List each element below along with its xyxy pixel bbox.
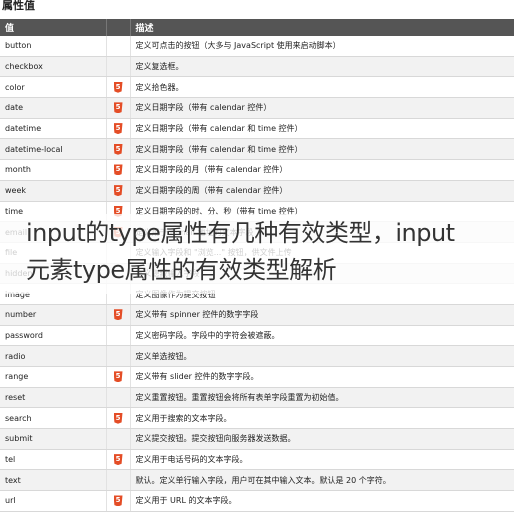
type-description: 定义日期字段（带有 calendar 控件） <box>130 97 514 119</box>
type-value: week <box>0 180 107 202</box>
type-description: 定义重置按钮。重置按钮会将所有表单字段重置为初始值。 <box>130 387 514 409</box>
html5-badge-cell <box>106 36 131 57</box>
html5-badge-cell: 5 <box>106 138 131 161</box>
html5-icon: 5 <box>113 102 123 114</box>
type-value: tel <box>0 449 107 471</box>
column-header-badge <box>106 19 131 36</box>
type-description: 定义日期字段的月（带有 calendar 控件） <box>130 159 514 181</box>
type-value: checkbox <box>0 56 107 78</box>
table-row: tel 5 定义用于电话号码的文本字段。 <box>0 449 514 471</box>
html5-badge-cell <box>106 387 131 409</box>
type-value: radio <box>0 345 107 367</box>
table-row: url 5 定义用于 URL 的文本字段。 <box>0 490 514 512</box>
table-row: button 定义可点击的按钮（大多与 JavaScript 使用来启动脚本） <box>0 36 514 57</box>
html5-badge-cell <box>106 469 131 492</box>
type-value: datetime-local <box>0 138 107 161</box>
table-row: datetime 5 定义日期字段（带有 calendar 和 time 控件） <box>0 118 514 140</box>
type-value: url <box>0 490 107 512</box>
html5-badge-cell: 5 <box>106 407 131 430</box>
type-description: 定义日期字段的周（带有 calendar 控件） <box>130 180 514 202</box>
html5-icon: 5 <box>113 123 123 135</box>
html5-badge-cell: 5 <box>106 304 131 326</box>
type-value: month <box>0 159 107 181</box>
table-row: submit 定义提交按钮。提交按钮向服务器发送数据。 <box>0 428 514 450</box>
html5-badge-cell: 5 <box>106 76 131 99</box>
html5-icon: 5 <box>113 164 123 176</box>
html5-badge-cell: 5 <box>106 97 131 119</box>
type-value: text <box>0 469 107 492</box>
type-description: 定义复选框。 <box>130 56 514 78</box>
type-description: 定义用于搜索的文本字段。 <box>130 407 514 430</box>
table-row: checkbox 定义复选框。 <box>0 56 514 78</box>
type-description: 定义用于电话号码的文本字段。 <box>130 449 514 471</box>
type-description: 定义可点击的按钮（大多与 JavaScript 使用来启动脚本） <box>130 36 514 57</box>
table-row: password 定义密码字段。字段中的字符会被遮蔽。 <box>0 325 514 347</box>
table-row: week 5 定义日期字段的周（带有 calendar 控件） <box>0 180 514 202</box>
html5-icon: 5 <box>113 454 123 466</box>
table-row: datetime-local 5 定义日期字段（带有 calendar 和 time… <box>0 138 514 161</box>
type-value: search <box>0 407 107 430</box>
type-description: 定义拾色器。 <box>130 76 514 99</box>
type-description: 定义日期字段（带有 calendar 和 time 控件） <box>130 138 514 161</box>
html5-badge-cell: 5 <box>106 118 131 140</box>
type-value: date <box>0 97 107 119</box>
type-value: number <box>0 304 107 326</box>
type-value: submit <box>0 428 107 450</box>
html5-badge-cell <box>106 428 131 450</box>
html5-badge-cell <box>106 325 131 347</box>
type-value: password <box>0 325 107 347</box>
table-row: color 5 定义拾色器。 <box>0 76 514 99</box>
table-row: radio 定义单选按钮。 <box>0 345 514 367</box>
table-row: range 5 定义带有 slider 控件的数字字段。 <box>0 366 514 388</box>
html5-badge-cell: 5 <box>106 159 131 181</box>
html5-badge-cell <box>106 345 131 367</box>
type-description: 默认。定义单行输入字段，用户可在其中输入文本。默认是 20 个字符。 <box>130 469 514 492</box>
type-description: 定义提交按钮。提交按钮向服务器发送数据。 <box>130 428 514 450</box>
watermark-line-1: input的type属性有几种有效类型，input <box>26 219 455 247</box>
column-header-value: 值 <box>0 19 107 36</box>
table-row: reset 定义重置按钮。重置按钮会将所有表单字段重置为初始值。 <box>0 387 514 409</box>
type-value: color <box>0 76 107 99</box>
html5-icon: 5 <box>113 495 123 507</box>
type-value: datetime <box>0 118 107 140</box>
table-row: text 默认。定义单行输入字段，用户可在其中输入文本。默认是 20 个字符。 <box>0 469 514 492</box>
type-description: 定义用于 URL 的文本字段。 <box>130 490 514 512</box>
watermark-line-2: 元素type属性的有效类型解析 <box>26 256 337 284</box>
table-row: search 5 定义用于搜索的文本字段。 <box>0 407 514 430</box>
type-description: 定义带有 slider 控件的数字字段。 <box>130 366 514 388</box>
html5-badge-cell: 5 <box>106 180 131 202</box>
section-heading: 属性值 <box>2 0 35 12</box>
type-description: 定义日期字段（带有 calendar 和 time 控件） <box>130 118 514 140</box>
type-value: button <box>0 36 107 57</box>
html5-badge-cell: 5 <box>106 366 131 388</box>
type-value: reset <box>0 387 107 409</box>
column-header-description: 描述 <box>130 19 514 36</box>
html5-badge-cell: 5 <box>106 490 131 512</box>
type-description: 定义单选按钮。 <box>130 345 514 367</box>
type-description: 定义带有 spinner 控件的数字字段 <box>130 304 514 326</box>
html5-icon: 5 <box>113 309 123 321</box>
html5-icon: 5 <box>113 412 123 424</box>
html5-icon: 5 <box>113 81 123 93</box>
html5-icon: 5 <box>113 371 123 383</box>
html5-badge-cell <box>106 56 131 78</box>
html5-badge-cell: 5 <box>106 449 131 471</box>
type-value: range <box>0 366 107 388</box>
html5-icon: 5 <box>113 185 123 197</box>
table-row: number 5 定义带有 spinner 控件的数字字段 <box>0 304 514 326</box>
table-row: date 5 定义日期字段（带有 calendar 控件） <box>0 97 514 119</box>
type-description: 定义密码字段。字段中的字符会被遮蔽。 <box>130 325 514 347</box>
html5-icon: 5 <box>113 143 123 155</box>
table-row: month 5 定义日期字段的月（带有 calendar 控件） <box>0 159 514 181</box>
table-header-row: 值 描述 <box>0 19 514 36</box>
